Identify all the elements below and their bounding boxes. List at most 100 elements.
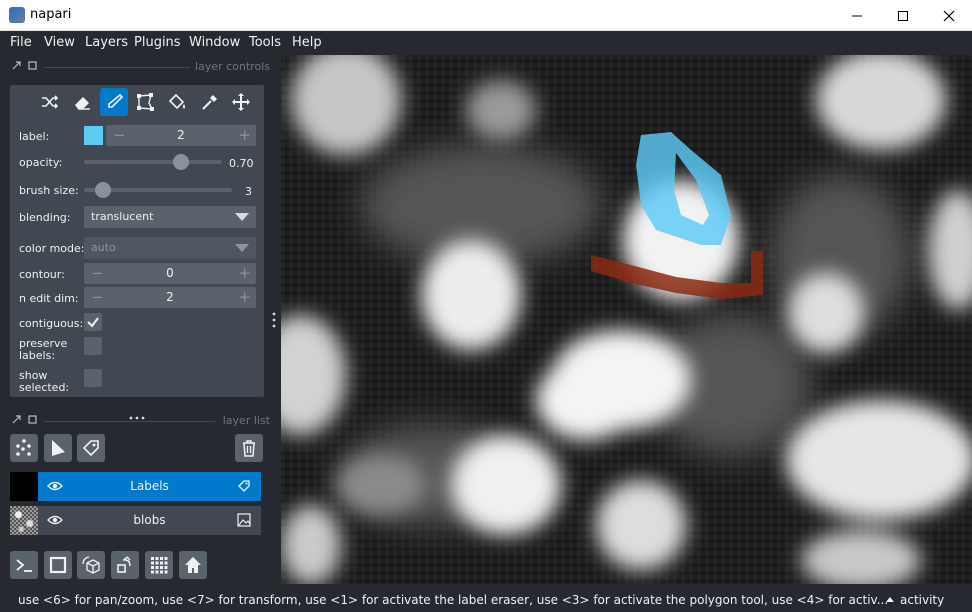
home-icon [185, 557, 201, 573]
new-labels-layer-button[interactable] [77, 434, 105, 462]
show-selected-checkbox[interactable] [84, 369, 102, 387]
menu-window[interactable]: Window [189, 35, 240, 50]
caret-up-icon [886, 597, 894, 602]
menu-file[interactable]: File [10, 35, 32, 50]
cube-rotate-icon [82, 556, 100, 574]
label-label: label: [19, 130, 50, 143]
activity-button[interactable]: activity [886, 593, 944, 607]
polygon-button[interactable] [131, 88, 159, 116]
contiguous-label: contiguous: [19, 317, 84, 330]
minimize-icon [852, 15, 862, 16]
dock-resize-handle[interactable] [272, 311, 276, 329]
float-icon[interactable] [12, 61, 21, 70]
shuffle-icon [42, 95, 59, 109]
activity-label: activity [900, 593, 945, 607]
menu-view[interactable]: View [44, 35, 75, 50]
maximize-button[interactable] [880, 0, 926, 31]
left-dock: layer controls label: − 2 + opacity: 0.7… [0, 55, 281, 584]
increment-icon[interactable]: + [238, 264, 251, 282]
paint-brush-icon [108, 93, 124, 108]
brush-size-slider-handle[interactable] [94, 182, 111, 198]
paint-brush-button[interactable] [100, 88, 128, 116]
increment-icon[interactable]: + [238, 126, 251, 144]
label-color-swatch[interactable] [84, 126, 103, 145]
splitter-handle[interactable] [128, 405, 148, 420]
n-edit-dim-spinbox[interactable]: − 2 + [84, 287, 256, 308]
opacity-slider-handle[interactable] [172, 154, 189, 170]
blending-label: blending: [19, 211, 71, 224]
tag-icon [82, 440, 99, 457]
status-message: use <6> for pan/zoom, use <7> for transf… [18, 593, 889, 607]
minimize-button[interactable] [834, 0, 880, 31]
label-value: 2 [177, 128, 185, 142]
transpose-icon [117, 556, 131, 573]
transpose-dims-button[interactable] [111, 551, 139, 579]
contiguous-checkbox[interactable] [84, 313, 102, 331]
fill-bucket-button[interactable] [163, 88, 191, 116]
delete-layer-button[interactable] [235, 434, 263, 462]
layer-controls-panel: label: − 2 + opacity: 0.70 brush size: 3… [10, 85, 264, 397]
float-icon[interactable] [12, 415, 21, 424]
label-spinbox[interactable]: − 2 + [106, 125, 256, 146]
color-picker-button[interactable] [195, 88, 223, 116]
shuffle-colors-button[interactable] [36, 88, 64, 116]
eraser-icon [75, 97, 90, 110]
layer-list-header: layer list [10, 413, 270, 429]
n-edit-dim-value: 2 [166, 290, 174, 304]
layer-row-labels[interactable]: Labels [10, 472, 261, 501]
layer-item[interactable]: Labels [38, 472, 261, 501]
status-bar: use <6> for pan/zoom, use <7> for transf… [0, 584, 972, 612]
preserve-labels-label: preserve labels: [19, 337, 68, 362]
layer-controls-title: layer controls [190, 60, 270, 73]
roll-dims-button[interactable] [77, 551, 105, 579]
window-title: napari [30, 7, 72, 22]
layer-item[interactable]: blobs [38, 506, 261, 535]
viewer-canvas[interactable] [281, 55, 972, 584]
preserve-labels-checkbox[interactable] [84, 337, 102, 355]
close-button[interactable] [926, 0, 972, 31]
points-icon [16, 439, 31, 456]
color-picker-icon [202, 95, 217, 110]
color-mode-value: auto [91, 241, 116, 254]
increment-icon[interactable]: + [238, 288, 251, 306]
reset-view-button[interactable] [179, 551, 207, 579]
menu-tools[interactable]: Tools [249, 35, 281, 50]
layer-controls-header: layer controls [10, 59, 270, 75]
new-shapes-layer-button[interactable] [44, 434, 72, 462]
grid-view-button[interactable] [145, 551, 173, 579]
brush-size-value: 3 [245, 185, 252, 198]
eraser-button[interactable] [68, 88, 96, 116]
maximize-icon [898, 10, 908, 21]
polygon-icon [137, 93, 154, 111]
trash-icon [243, 440, 255, 457]
menu-layers[interactable]: Layers [85, 35, 128, 50]
move-icon [232, 93, 250, 111]
fill-bucket-icon [168, 93, 185, 110]
toggle-ndisplay-button[interactable] [44, 551, 72, 579]
grid-icon [151, 557, 168, 574]
brush-size-label: brush size: [19, 184, 79, 197]
square-icon [49, 556, 67, 574]
chevron-down-icon [235, 213, 249, 221]
console-button[interactable] [10, 551, 38, 579]
blending-dropdown[interactable]: translucent [84, 206, 256, 228]
tag-icon [238, 480, 250, 492]
menu-help[interactable]: Help [292, 35, 322, 50]
contour-label: contour: [19, 268, 65, 281]
opacity-slider[interactable] [84, 160, 222, 164]
pan-zoom-button[interactable] [227, 88, 255, 116]
shapes-icon [52, 440, 65, 456]
layer-list-title: layer list [217, 414, 270, 427]
close-dock-icon[interactable] [28, 415, 37, 424]
close-icon [943, 10, 955, 21]
new-points-layer-button[interactable] [10, 434, 38, 462]
menu-plugins[interactable]: Plugins [134, 35, 181, 50]
layer-thumbnail [10, 472, 38, 501]
close-dock-icon[interactable] [28, 61, 37, 70]
contour-spinbox[interactable]: − 0 + [84, 263, 256, 284]
layer-name: Labels [130, 479, 169, 493]
title-bar: napari [0, 0, 972, 31]
layer-row-blobs[interactable]: blobs [10, 506, 261, 535]
color-mode-dropdown[interactable]: auto [84, 237, 256, 259]
layer-name: blobs [133, 513, 166, 527]
